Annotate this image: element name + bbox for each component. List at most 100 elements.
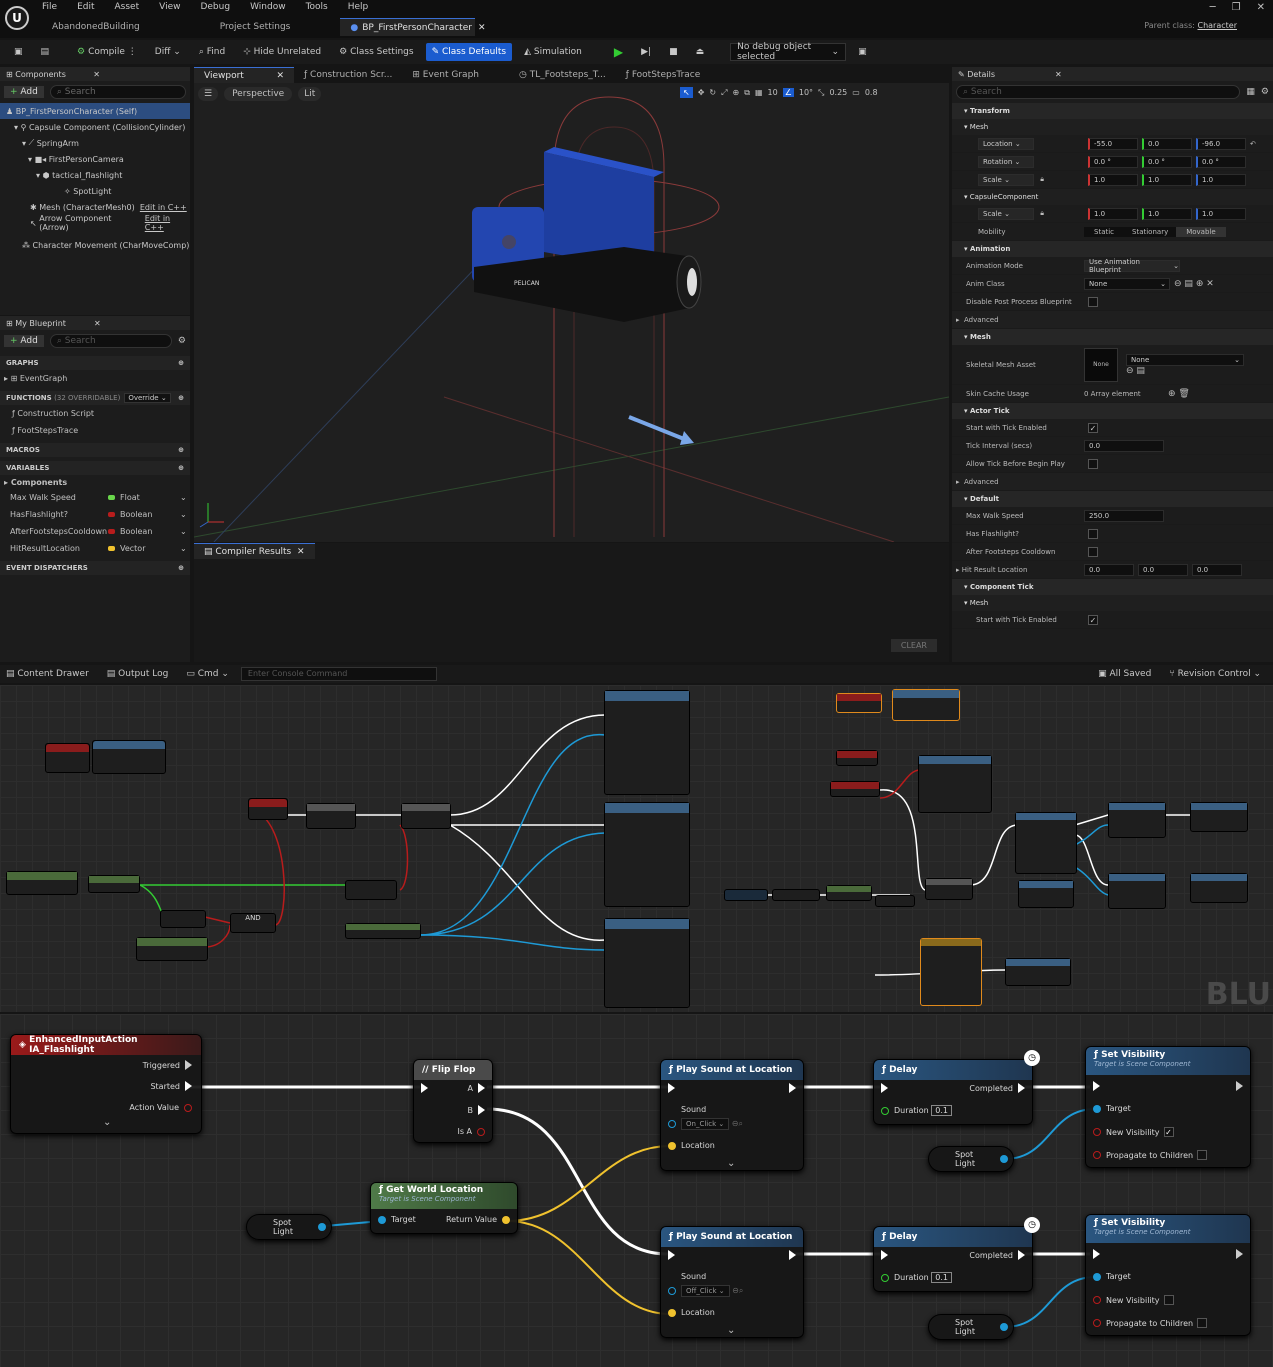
variable-item[interactable]: AfterFootstepsCooldown Boolean ⌄ [0, 523, 190, 540]
graphs-section[interactable]: GRAPHS ⊕ [0, 356, 190, 370]
component-tick-category[interactable]: ▾ Component Tick [952, 579, 1273, 595]
propagate-1-checkbox[interactable] [1197, 1150, 1208, 1160]
delay-2-completed[interactable]: Completed [969, 1250, 1030, 1260]
rotation-z[interactable]: 0.0 ° [1196, 155, 1246, 168]
tree-item-springarm[interactable]: ▾ ⟋ SpringArm [0, 135, 190, 151]
enhanced-input-node[interactable]: ◈ EnhancedInputAction IA_Flashlight Trig… [10, 1034, 202, 1134]
browse-icon[interactable]: ▤ [35, 43, 56, 61]
overview-node-delay[interactable] [1018, 880, 1074, 908]
tree-item-mesh[interactable]: ✱ Mesh (CharacterMesh0) Edit in C++ [0, 199, 190, 215]
delay-1-completed[interactable]: Completed [969, 1083, 1030, 1093]
spot-light-getter-1[interactable]: Spot Light [246, 1214, 332, 1240]
add-graph-icon[interactable]: ⊕ [178, 359, 184, 367]
overview-node-play-2[interactable] [1190, 873, 1248, 903]
overview-node-sound-3[interactable] [604, 918, 690, 1008]
clear-icon[interactable]: ✕ [1206, 279, 1214, 289]
edit-in-cpp-link[interactable]: Edit in C++ [140, 203, 187, 212]
delay-1-in[interactable] [876, 1083, 893, 1093]
spot-light-getter-2[interactable]: Spot Light [928, 1146, 1014, 1172]
function-item-construction[interactable]: ƒ Construction Script [0, 405, 190, 422]
tree-item-arrow[interactable]: ↖ Arrow Component (Arrow) Edit in C++ [0, 214, 190, 232]
viewport-scene[interactable]: PELICAN [194, 67, 949, 542]
set-visibility-2-out[interactable] [1231, 1249, 1248, 1259]
save-icon[interactable]: ▣ [8, 43, 29, 61]
debug-object-select[interactable]: No debug object selected ⌄ [730, 42, 847, 62]
add-component-button[interactable]: + Add [4, 86, 44, 98]
settings-icon[interactable]: ⚙ [178, 336, 186, 346]
tick-interval-input[interactable]: 0.0 [1084, 439, 1164, 452]
override-dropdown[interactable]: Override ⌄ [124, 393, 171, 403]
components-search-input[interactable]: ⌕ Search [49, 85, 186, 99]
flip-flop-a[interactable]: A [468, 1083, 490, 1093]
delay-2-duration[interactable]: Duration 0.1 [876, 1272, 953, 1283]
browse-asset-icon[interactable]: ▤ [1184, 279, 1193, 289]
has-flashlight-checkbox[interactable] [1088, 528, 1098, 539]
tree-item-flashlight[interactable]: ▾ ⬢ tactical_flashlight [0, 167, 190, 183]
mesh-subcategory[interactable]: ▾ Mesh [952, 119, 1273, 135]
overview-node-branch-3[interactable] [925, 878, 973, 900]
play-sound-2-node[interactable]: ƒ Play Sound at Location Sound Off_Click… [660, 1226, 804, 1338]
revision-control-button[interactable]: ⑂ Revision Control ⌄ [1163, 665, 1267, 683]
overview-node-and[interactable]: AND [230, 913, 276, 933]
flashlight-graph[interactable]: ◈ EnhancedInputAction IA_Flashlight Trig… [0, 1014, 1273, 1367]
tab-project[interactable]: AbandonedBuilding [42, 18, 150, 36]
scale-z[interactable]: 1.0 [1196, 173, 1246, 186]
set-visibility-2-node[interactable]: ƒ Set Visibility Target is Scene Componen… [1085, 1214, 1251, 1336]
skeletal-mesh-thumbnail[interactable]: None [1084, 347, 1118, 382]
capsule-scale-dropdown[interactable]: Scale ⌄ [978, 207, 1034, 220]
disable-pp-checkbox[interactable] [1088, 296, 1098, 307]
tree-item-movement[interactable]: ⁂ Character Movement (CharMoveComp) [0, 237, 190, 253]
menu-file[interactable]: File [42, 2, 57, 12]
delay-2-node[interactable]: ƒ Delay ◷ Completed Duration 0.1 [873, 1217, 1040, 1292]
propagate-2-checkbox[interactable] [1197, 1318, 1208, 1328]
menu-debug[interactable]: Debug [200, 2, 230, 12]
pin-action-value[interactable]: Action Value [129, 1103, 197, 1112]
play-sound-2-out[interactable] [784, 1250, 801, 1260]
overview-node-event-2[interactable] [836, 750, 878, 766]
set-visibility-2-propagate[interactable]: Propagate to Children [1088, 1318, 1208, 1328]
overview-node-branch-1[interactable] [306, 803, 356, 829]
delay-1-duration[interactable]: Duration 0.1 [876, 1105, 953, 1116]
play-sound-1-location[interactable]: Location [663, 1141, 715, 1150]
variable-item[interactable]: Max Walk Speed Float ⌄ [0, 489, 190, 506]
tab-compiler[interactable]: ▤ Compiler Results ✕ [194, 543, 315, 559]
simulation-button[interactable]: ◭ Simulation [518, 43, 588, 61]
hit-result-y[interactable]: 0.0 [1138, 563, 1188, 576]
mobility-movable[interactable]: Movable [1176, 226, 1226, 237]
use-selected-icon[interactable]: ⊖ [1126, 366, 1134, 376]
tab-bp-firstperson[interactable]: ● BP_FirstPersonCharacter ✕ [340, 18, 485, 36]
window-close-icon[interactable]: ✕ [1257, 2, 1265, 13]
set-visibility-2-newvis[interactable]: New Visibility [1088, 1295, 1174, 1305]
compile-button[interactable]: ⚙ Compile ⋮ [71, 43, 143, 61]
close-icon[interactable]: ✕ [297, 547, 305, 557]
mesh-subcategory-2[interactable]: ▾ Mesh [952, 595, 1273, 611]
flip-flop-node[interactable]: // Flip Flop A B Is A [413, 1059, 493, 1143]
tree-item-camera[interactable]: ▾ ■◂ FirstPersonCamera [0, 151, 190, 167]
hide-unrelated-button[interactable]: ⊹ Hide Unrelated [237, 43, 327, 61]
overview-node-greater[interactable] [160, 910, 206, 928]
details-search-input[interactable]: ⌕ Search [956, 85, 1241, 99]
play-icon[interactable]: ▶ [608, 43, 629, 61]
play-sound-1-out[interactable] [784, 1083, 801, 1093]
overview-node-branch-2[interactable] [401, 803, 451, 829]
console-input[interactable]: Enter Console Command [240, 667, 437, 681]
animation-mode-dropdown[interactable]: Use Animation Blueprint ⌄ [1084, 258, 1180, 274]
minimize-icon[interactable]: ─ [1210, 2, 1216, 13]
stop-icon[interactable]: ■ [663, 43, 684, 61]
close-icon[interactable]: ✕ [93, 70, 100, 79]
delay-1-node[interactable]: ƒ Delay ◷ Completed Duration 0.1 [873, 1050, 1040, 1125]
diff-button[interactable]: Diff ⌄ [149, 43, 187, 61]
edit-in-cpp-link[interactable]: Edit in C++ [145, 214, 190, 232]
scale-x[interactable]: 1.0 [1088, 173, 1138, 186]
location-x[interactable]: -55.0 [1088, 137, 1138, 150]
overview-node-velocity[interactable] [6, 871, 78, 895]
overview-node-set-play-rate-2[interactable] [1108, 873, 1166, 909]
scale-y[interactable]: 1.0 [1142, 173, 1192, 186]
overview-node-input[interactable] [248, 798, 288, 820]
advanced-toggle-2[interactable]: ▸ Advanced [952, 473, 1273, 491]
play-sound-1-in[interactable] [663, 1083, 680, 1093]
components-category[interactable]: ▸ Components [0, 475, 190, 489]
table-view-icon[interactable]: ▦ [1246, 87, 1255, 97]
functions-section[interactable]: FUNCTIONS (32 OVERRIDABLE) Override ⌄ ⊕ [0, 391, 190, 405]
menu-view[interactable]: View [159, 2, 180, 12]
